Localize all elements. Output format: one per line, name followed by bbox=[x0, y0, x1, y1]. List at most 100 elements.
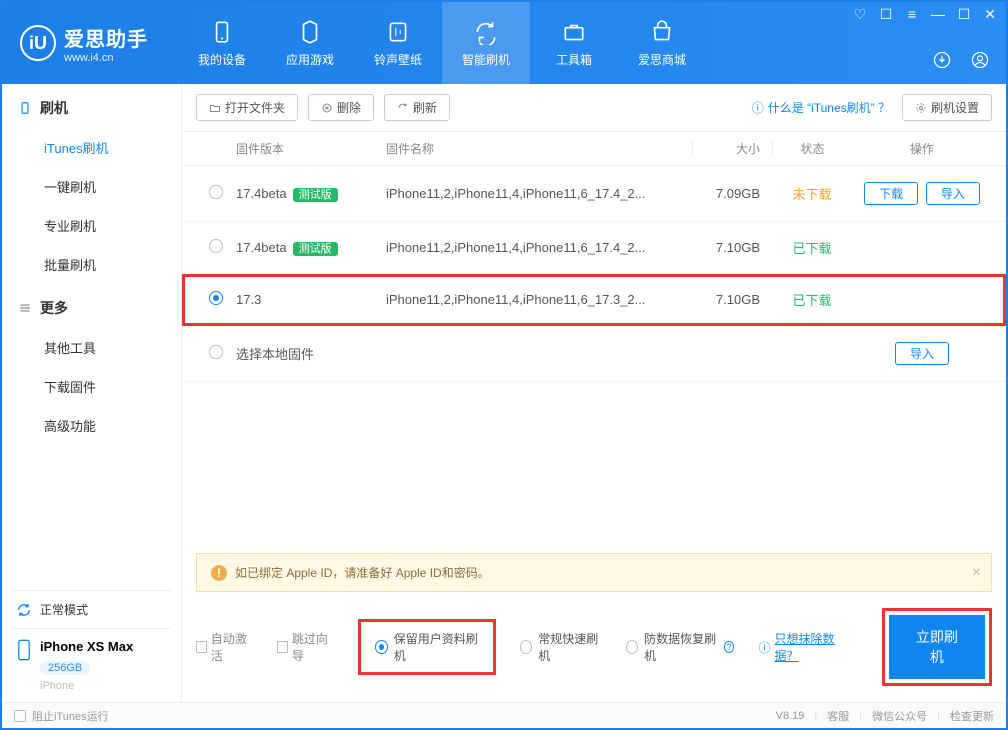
fw-name: iPhone11,2,iPhone11,4,iPhone11,6_17.4_2.… bbox=[386, 186, 692, 201]
warning-text: 如已绑定 Apple ID，请准备好 Apple ID和密码。 bbox=[235, 564, 490, 581]
fw-size: 7.10GB bbox=[692, 240, 772, 255]
fw-status: 已下载 bbox=[772, 290, 852, 309]
sidebar-item-advanced[interactable]: 高级功能 bbox=[2, 406, 181, 445]
logo: iU 爱思助手 www.i4.cn bbox=[2, 2, 166, 84]
fw-name: iPhone11,2,iPhone11,4,iPhone11,6_17.4_2.… bbox=[386, 240, 692, 255]
version-label: V8.19 bbox=[776, 710, 805, 722]
help-link[interactable]: ⓘ 什么是 “iTunes刷机” ？ bbox=[752, 99, 890, 116]
app-title: 爱思助手 bbox=[64, 23, 148, 52]
warning-close-icon[interactable]: × bbox=[972, 564, 981, 582]
device-capacity: 256GB bbox=[40, 661, 90, 675]
row-radio[interactable] bbox=[209, 239, 223, 253]
beta-tag: 测试版 bbox=[293, 242, 338, 256]
sidebar-group-more: 更多 bbox=[2, 284, 181, 328]
main-panel: 打开文件夹 删除 刷新 ⓘ 什么是 “iTunes刷机” ？ 刷机设置 固件版本… bbox=[182, 84, 1006, 702]
device-phone-icon bbox=[16, 639, 32, 661]
table-row-local[interactable]: 选择本地固件 导入 bbox=[182, 326, 1006, 382]
delete-button[interactable]: 删除 bbox=[308, 94, 374, 121]
download-icon[interactable] bbox=[932, 50, 952, 70]
th-name: 固件名称 bbox=[386, 140, 692, 157]
nav-apps[interactable]: 应用游戏 bbox=[266, 2, 354, 84]
settings-button[interactable]: 刷机设置 bbox=[902, 94, 992, 121]
toolbar: 打开文件夹 删除 刷新 ⓘ 什么是 “iTunes刷机” ？ 刷机设置 bbox=[182, 84, 1006, 132]
nav-flash[interactable]: 智能刷机 bbox=[442, 2, 530, 84]
sidebar-item-other[interactable]: 其他工具 bbox=[2, 328, 181, 367]
refresh-icon bbox=[16, 602, 32, 618]
device-name: iPhone XS Max bbox=[40, 639, 133, 658]
row-radio[interactable] bbox=[209, 291, 223, 305]
device-info[interactable]: iPhone XS Max 256GB iPhone bbox=[2, 629, 181, 702]
window-controls: ♡ ☐ ≡ — ☐ ✕ bbox=[852, 6, 998, 23]
th-version: 固件版本 bbox=[236, 140, 386, 157]
fw-size: 7.10GB bbox=[692, 292, 772, 307]
warning-icon: ! bbox=[211, 565, 227, 581]
erase-data-link[interactable]: ⓘ 只想抹除数据？ bbox=[758, 630, 847, 664]
skip-guide-checkbox[interactable]: 跳过向导 bbox=[277, 630, 334, 664]
download-button[interactable]: 下载 bbox=[864, 182, 918, 205]
phone-icon bbox=[18, 101, 32, 115]
wechat-link[interactable]: 微信公众号 bbox=[872, 708, 927, 724]
opt-normal[interactable]: 常规快速刷机 bbox=[520, 630, 602, 664]
sidebar-item-oneclick[interactable]: 一键刷机 bbox=[2, 167, 181, 206]
service-link[interactable]: 客服 bbox=[827, 708, 849, 724]
skin-icon[interactable]: ♡ bbox=[852, 6, 868, 23]
status-bar: 阻止iTunes运行 V8.19| 客服| 微信公众号| 检查更新 bbox=[2, 702, 1006, 728]
sidebar-item-batch[interactable]: 批量刷机 bbox=[2, 245, 181, 284]
local-fw-label: 选择本地固件 bbox=[236, 344, 852, 363]
fw-name: iPhone11,2,iPhone11,4,iPhone11,6_17.3_2.… bbox=[386, 292, 692, 307]
table-header: 固件版本 固件名称 大小 状态 操作 bbox=[182, 132, 1006, 166]
beta-tag: 测试版 bbox=[293, 188, 338, 202]
feedback-icon[interactable]: ☐ bbox=[878, 6, 894, 23]
table-body: 17.4beta测试版 iPhone11,2,iPhone11,4,iPhone… bbox=[182, 166, 1006, 553]
table-row[interactable]: 17.4beta测试版 iPhone11,2,iPhone11,4,iPhone… bbox=[182, 222, 1006, 274]
primary-wrap: 立即刷机 bbox=[882, 608, 992, 686]
warning-bar: ! 如已绑定 Apple ID，请准备好 Apple ID和密码。 × bbox=[196, 553, 992, 592]
menu-icon[interactable]: ≡ bbox=[904, 6, 920, 23]
th-status: 状态 bbox=[772, 140, 852, 157]
row-radio[interactable] bbox=[209, 185, 223, 199]
sidebar-item-itunes[interactable]: iTunes刷机 bbox=[2, 128, 181, 167]
flash-now-button[interactable]: 立即刷机 bbox=[889, 615, 985, 679]
table-row[interactable]: 17.3 iPhone11,2,iPhone11,4,iPhone11,6_17… bbox=[182, 274, 1006, 326]
opt-keep-data[interactable]: 保留用户资料刷机 bbox=[375, 630, 478, 664]
fw-status: 未下载 bbox=[772, 184, 852, 203]
nav-my-device[interactable]: 我的设备 bbox=[178, 2, 266, 84]
sidebar-item-download[interactable]: 下载固件 bbox=[2, 367, 181, 406]
fw-size: 7.09GB bbox=[692, 186, 772, 201]
help-icon[interactable]: ? bbox=[724, 641, 735, 653]
table-row[interactable]: 17.4beta测试版 iPhone11,2,iPhone11,4,iPhone… bbox=[182, 166, 1006, 222]
flash-mode-options: 保留用户资料刷机 bbox=[358, 619, 495, 675]
open-folder-button[interactable]: 打开文件夹 bbox=[196, 94, 298, 121]
import-button[interactable]: 导入 bbox=[895, 342, 949, 365]
row-radio[interactable] bbox=[209, 345, 223, 359]
block-itunes-checkbox[interactable] bbox=[14, 710, 26, 722]
auto-activate-checkbox[interactable]: 自动激活 bbox=[196, 630, 253, 664]
list-icon bbox=[18, 301, 32, 315]
app-site: www.i4.cn bbox=[64, 52, 148, 64]
fw-status: 已下载 bbox=[772, 238, 852, 257]
sidebar-item-pro[interactable]: 专业刷机 bbox=[2, 206, 181, 245]
refresh-button[interactable]: 刷新 bbox=[384, 94, 450, 121]
block-itunes-label: 阻止iTunes运行 bbox=[32, 708, 109, 724]
sidebar: 刷机 iTunes刷机 一键刷机 专业刷机 批量刷机 更多 其他工具 下载固件 … bbox=[2, 84, 182, 702]
header-actions bbox=[932, 50, 990, 70]
th-size: 大小 bbox=[692, 140, 772, 157]
app-header: iU 爱思助手 www.i4.cn 我的设备 应用游戏 铃声壁纸 智能刷机 工具… bbox=[2, 2, 1006, 84]
opt-anti-recover[interactable]: 防数据恢复刷机? bbox=[626, 630, 735, 664]
import-button[interactable]: 导入 bbox=[926, 182, 980, 205]
update-link[interactable]: 检查更新 bbox=[950, 708, 994, 724]
nav-ringtones[interactable]: 铃声壁纸 bbox=[354, 2, 442, 84]
device-mode[interactable]: 正常模式 bbox=[2, 591, 181, 628]
minimize-icon[interactable]: — bbox=[930, 6, 946, 23]
th-action: 操作 bbox=[852, 140, 992, 157]
top-nav: 我的设备 应用游戏 铃声壁纸 智能刷机 工具箱 爱思商城 bbox=[178, 2, 706, 84]
maximize-icon[interactable]: ☐ bbox=[956, 6, 972, 23]
device-type: iPhone bbox=[40, 676, 133, 692]
logo-icon: iU bbox=[20, 25, 56, 61]
bottom-bar: 自动激活 跳过向导 保留用户资料刷机 常规快速刷机 防数据恢复刷机? ⓘ 只想抹… bbox=[182, 592, 1006, 702]
nav-store[interactable]: 爱思商城 bbox=[618, 2, 706, 84]
nav-tools[interactable]: 工具箱 bbox=[530, 2, 618, 84]
close-icon[interactable]: ✕ bbox=[982, 6, 998, 23]
user-icon[interactable] bbox=[970, 50, 990, 70]
sidebar-group-flash: 刷机 bbox=[2, 84, 181, 128]
